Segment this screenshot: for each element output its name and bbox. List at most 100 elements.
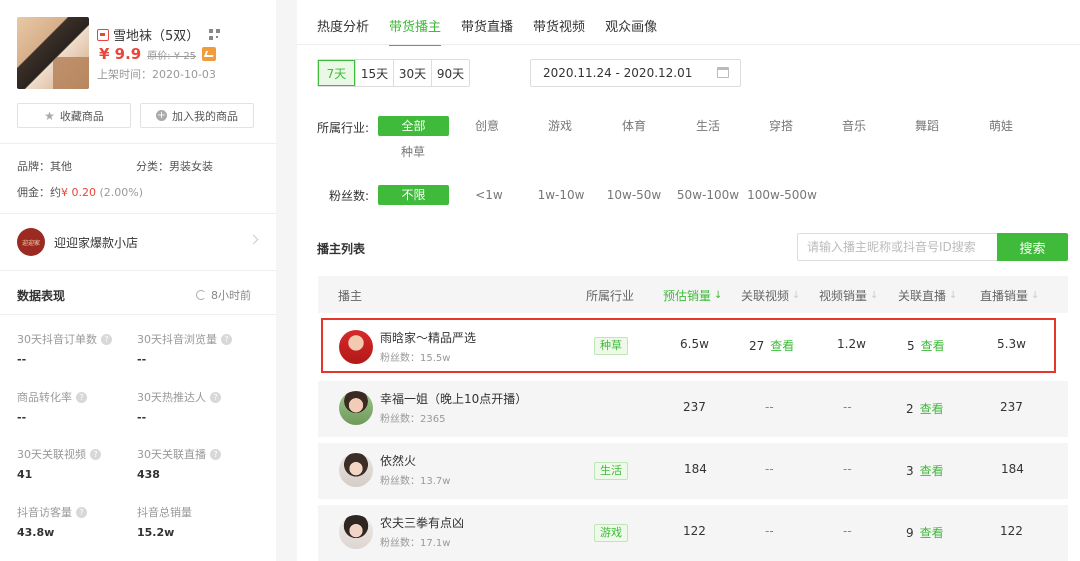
industry-option-all[interactable]: 全部	[378, 116, 449, 136]
sort-icon: ↓	[792, 290, 801, 301]
coupon-icon[interactable]	[202, 47, 217, 61]
industry-option[interactable]: 种草	[393, 142, 433, 162]
divider	[0, 270, 276, 271]
help-icon[interactable]: ?	[210, 391, 221, 403]
category-tag: 生活	[594, 462, 628, 480]
metric: 30天热推达人? --	[137, 389, 257, 424]
add-to-my-products-button[interactable]: + 加入我的商品	[140, 103, 254, 128]
table-row[interactable]: 依然火 粉丝数：13.7w 生活 184 -- -- 3 查看 184	[318, 443, 1068, 499]
metric-value: 43.8w	[17, 526, 55, 539]
anchor-name[interactable]: 农夫三拳有点凶	[380, 514, 464, 531]
table-header: 播主 所属行业 预估销量 ↓ 关联视频 ↓ 视频销量 ↓ 关联直播 ↓ 直播销量 ↓	[318, 276, 1068, 313]
column-label: 直播销量	[980, 289, 1029, 303]
industry-option[interactable]: 体育	[614, 116, 654, 136]
view-lives-link[interactable]: 查看	[920, 464, 944, 478]
column-label: 关联视频	[741, 289, 790, 303]
video-sales: 1.2w	[837, 337, 866, 351]
industry-option[interactable]: 游戏	[540, 116, 580, 136]
day-option-30[interactable]: 30天	[393, 60, 431, 86]
tab-heat-analysis[interactable]: 热度分析	[317, 16, 369, 46]
shop-logo: 迎迎家	[17, 228, 45, 256]
anchor-name[interactable]: 雨晗家～精品严选	[380, 329, 476, 346]
metric-label: 30天热推达人	[137, 391, 206, 404]
column-video-sales[interactable]: 视频销量 ↓	[819, 287, 878, 304]
fans-option-all[interactable]: 不限	[378, 185, 449, 205]
shop-link[interactable]: 迎迎家 迎迎家爆款小店	[17, 228, 259, 256]
date-range-value: 2020.11.24 - 2020.12.01	[543, 66, 693, 80]
help-icon[interactable]: ?	[101, 333, 112, 345]
view-lives-link[interactable]: 查看	[921, 339, 945, 353]
qr-code-icon[interactable]	[209, 29, 221, 40]
tab-audience[interactable]: 观众画像	[605, 16, 657, 46]
anchor-name[interactable]: 依然火	[380, 452, 416, 469]
metric: 30天抖音订单数? --	[17, 331, 137, 366]
fans-option[interactable]: 50w-100w	[675, 185, 741, 205]
anchor-list-title: 播主列表	[317, 242, 366, 256]
search-button[interactable]: 搜索	[997, 233, 1068, 261]
anchor-name[interactable]: 幸福一姐（晚上10点开播）	[380, 390, 527, 407]
related-videos: --	[765, 524, 774, 538]
help-icon[interactable]: ?	[210, 448, 221, 460]
category-info: 分类：男装女装	[136, 160, 213, 173]
video-sales: --	[843, 524, 852, 538]
industry-option[interactable]: 舞蹈	[907, 116, 947, 136]
industry-filter-label: 所属行业:	[317, 121, 370, 135]
favorite-label: 收藏商品	[59, 109, 104, 123]
day-option-90[interactable]: 90天	[431, 60, 469, 86]
star-icon: ★	[44, 108, 55, 123]
view-lives-link[interactable]: 查看	[920, 526, 944, 540]
anchor-avatar[interactable]	[339, 515, 373, 549]
anchor-avatar[interactable]	[339, 330, 373, 364]
metric-label: 抖音访客量	[17, 506, 72, 519]
table-row[interactable]: 雨晗家～精品严选 粉丝数：15.5w 种草 6.5w 27 查看 1.2w 5 查看…	[321, 318, 1056, 373]
help-icon[interactable]: ?	[90, 448, 101, 460]
industry-option[interactable]: 生活	[688, 116, 728, 136]
column-videos[interactable]: 关联视频 ↓	[741, 287, 800, 304]
anchor-avatar[interactable]	[339, 391, 373, 425]
live-sales: 237	[1000, 400, 1023, 414]
column-est-sales[interactable]: 预估销量 ↓	[663, 287, 722, 304]
metric-label: 30天抖音浏览量	[137, 333, 217, 346]
view-lives-link[interactable]: 查看	[920, 402, 944, 416]
industry-option[interactable]: 创意	[467, 116, 507, 136]
industry-option[interactable]: 穿搭	[761, 116, 801, 136]
product-image[interactable]	[17, 17, 89, 89]
metric-value: --	[17, 411, 27, 424]
anchor-avatar[interactable]	[339, 453, 373, 487]
view-videos-link[interactable]: 查看	[770, 339, 794, 353]
anchor-search-input[interactable]	[797, 233, 997, 261]
tab-anchors[interactable]: 带货播主	[389, 16, 442, 46]
refresh-status[interactable]: 8小时前	[196, 287, 251, 303]
sort-icon: ↓	[949, 290, 958, 301]
related-lives: 5 查看	[907, 337, 945, 354]
commission-info: 佣金：约¥ 0.20 (2.00%)	[17, 184, 143, 200]
fans-option[interactable]: <1w	[469, 185, 509, 205]
industry-option[interactable]: 音乐	[834, 116, 874, 136]
favorite-button[interactable]: ★ 收藏商品	[17, 103, 131, 128]
day-option-15[interactable]: 15天	[355, 60, 393, 86]
related-videos: --	[765, 400, 774, 414]
fans-option[interactable]: 100w-500w	[747, 185, 817, 205]
table-row[interactable]: 农夫三拳有点凶 粉丝数：17.1w 游戏 122 -- -- 9 查看 122	[318, 505, 1068, 561]
help-icon[interactable]: ?	[76, 506, 87, 518]
table-row[interactable]: 幸福一姐（晚上10点开播） 粉丝数：2365 237 -- -- 2 查看 237	[318, 381, 1068, 437]
help-icon[interactable]: ?	[76, 391, 87, 403]
date-range-picker[interactable]: 2020.11.24 - 2020.12.01	[530, 59, 741, 87]
column-live-sales[interactable]: 直播销量 ↓	[980, 287, 1039, 304]
metric: 抖音总销量 15.2w	[137, 504, 257, 539]
column-industry: 所属行业	[586, 287, 634, 304]
metric: 30天抖音浏览量? --	[137, 331, 257, 366]
industry-option[interactable]: 萌娃	[981, 116, 1021, 136]
fans-option[interactable]: 10w-50w	[605, 185, 663, 205]
help-icon[interactable]: ?	[221, 333, 232, 345]
related-videos: 27 查看	[749, 337, 794, 354]
live-sales: 5.3w	[997, 337, 1026, 351]
tab-videos[interactable]: 带货视频	[533, 16, 585, 46]
column-lives[interactable]: 关联直播 ↓	[898, 287, 957, 304]
live-sales: 122	[1000, 524, 1023, 538]
tab-live[interactable]: 带货直播	[461, 16, 513, 46]
day-option-7[interactable]: 7天	[318, 60, 355, 86]
anchor-panel: 热度分析 带货播主 带货直播 带货视频 观众画像 7天 15天 30天 90天 …	[297, 0, 1080, 561]
fans-option[interactable]: 1w-10w	[534, 185, 588, 205]
stats-title: 数据表现	[17, 289, 66, 303]
